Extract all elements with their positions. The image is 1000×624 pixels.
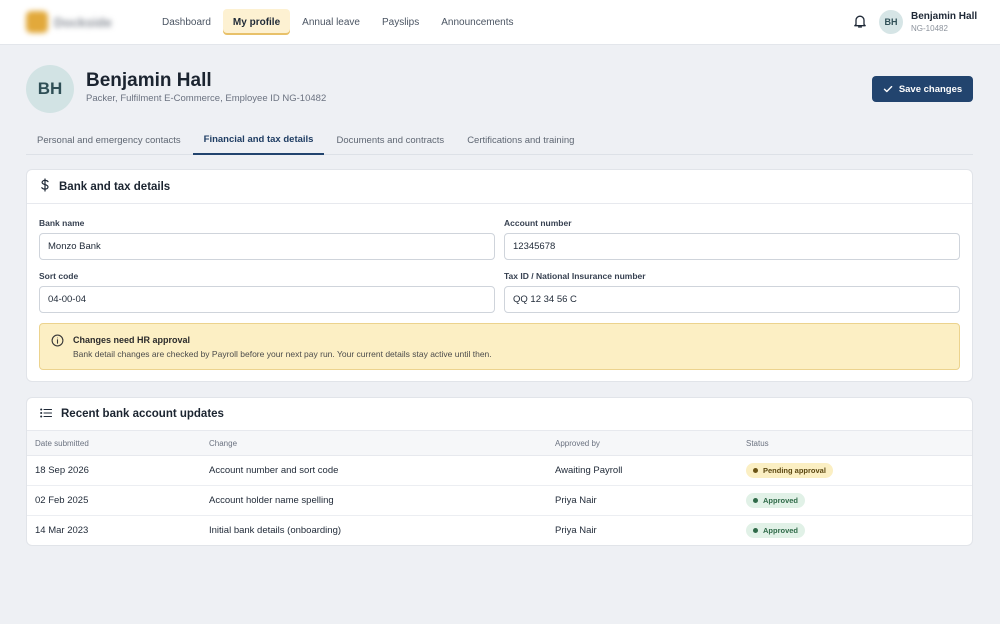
logo-mark (26, 11, 48, 33)
page-title: Benjamin Hall (86, 70, 212, 91)
status-dot (753, 528, 758, 534)
bell-icon[interactable] (852, 13, 868, 29)
cell-approved-by: Priya Nair (555, 525, 597, 537)
table-row: 14 Mar 2023 Initial bank details (onboar… (27, 516, 972, 546)
recent-updates-card: Recent bank account updates Date submitt… (26, 397, 973, 546)
profile-tabs: Personal and emergency contacts Financia… (26, 125, 973, 155)
user-menu[interactable]: BH Benjamin Hall NG-10482 (879, 10, 977, 34)
tab-personal-contacts[interactable]: Personal and emergency contacts (26, 125, 192, 155)
status-label: Approved (763, 496, 799, 505)
notice-text: Bank detail changes are checked by Payro… (73, 349, 492, 359)
recent-updates-title: Recent bank account updates (61, 408, 224, 420)
status-badge: Pending approval (746, 463, 833, 478)
bank-tax-header: Bank and tax details (27, 170, 972, 204)
nav-item-payslips[interactable]: Payslips (372, 9, 429, 35)
nav-item-my-profile[interactable]: My profile (222, 9, 291, 35)
user-avatar: BH (879, 10, 903, 34)
main-nav: Dashboard My profile Annual leave Paysli… (152, 9, 524, 35)
notice-title: Changes need HR approval (73, 335, 191, 345)
status-badge: Approved (746, 493, 806, 508)
sort-code-field[interactable]: 04-00-04 (39, 286, 495, 313)
tab-financial-tax[interactable]: Financial and tax details (192, 125, 325, 155)
user-name: Benjamin Hall (911, 10, 978, 22)
nav-item-announcements[interactable]: Announcements (431, 9, 523, 35)
cell-date: 18 Sep 2026 (27, 455, 201, 486)
nav-item-annual-leave[interactable]: Annual leave (292, 9, 370, 35)
cell-status: Approved (738, 485, 972, 516)
bank-tax-title: Bank and tax details (59, 180, 171, 193)
list-icon (40, 407, 53, 421)
cell-date: 02 Feb 2025 (27, 485, 201, 516)
logo-text: Dockside (54, 14, 112, 30)
cell-status: Pending approval (738, 455, 972, 486)
cell-approved-by: Priya Nair (547, 485, 738, 516)
user-id: NG-10482 (911, 23, 948, 33)
recent-updates-header: Recent bank account updates (27, 398, 972, 430)
hr-approval-notice: Changes need HR approval Bank detail cha… (39, 323, 960, 370)
user-info: Benjamin Hall NG-10482 (911, 11, 977, 34)
column-header-status: Status (738, 430, 972, 456)
save-changes-button[interactable]: Save changes (872, 76, 973, 102)
status-label: Pending approval (763, 466, 826, 475)
column-header-change: Change (201, 430, 547, 456)
column-header-approved-by: Approved by (547, 430, 738, 456)
tax-id-field[interactable]: QQ 12 34 56 C (504, 286, 960, 313)
status-dot (753, 498, 758, 503)
bank-updates-table: Date submitted Change Approved by Status… (27, 430, 972, 546)
profile-avatar: BH (26, 65, 74, 113)
info-icon (51, 334, 64, 347)
tab-certifications-training[interactable]: Certifications and training (456, 125, 585, 155)
bank-name-field[interactable]: Monzo Bank (39, 233, 495, 260)
status-badge: Approved (746, 523, 806, 539)
cell-change: Account number and sort code (201, 455, 547, 486)
cell-approved-by: Awaiting Payroll (547, 455, 738, 486)
check-icon (883, 85, 893, 93)
cell-change: Initial bank details (onboarding) (209, 525, 342, 537)
company-logo[interactable]: Dockside (26, 10, 124, 34)
cell-change: Account holder name spelling (201, 485, 547, 516)
account-number-label: Account number (504, 218, 572, 228)
tax-id-label: Tax ID / National Insurance number (504, 271, 646, 281)
status-dot (753, 468, 758, 473)
bank-name-label: Bank name (39, 218, 85, 228)
nav-item-dashboard[interactable]: Dashboard (152, 9, 221, 35)
save-changes-label: Save changes (898, 83, 963, 95)
status-label: Approved (763, 526, 799, 536)
cell-date: 14 Mar 2023 (35, 525, 89, 537)
top-navigation-bar: Dockside Dashboard My profile Annual lea… (0, 0, 1000, 45)
column-header-date: Date submitted (27, 430, 201, 456)
tab-documents-contracts[interactable]: Documents and contracts (325, 125, 455, 155)
dollar-icon (40, 178, 50, 195)
table-row: 02 Feb 2025 Account holder name spelling… (27, 485, 972, 516)
sort-code-label: Sort code (39, 271, 79, 281)
profile-subtitle: Packer, Fulfilment E-Commerce, Employee … (86, 93, 327, 104)
account-number-field[interactable]: 12345678 (504, 233, 960, 260)
cell-status: Approved (738, 516, 972, 546)
bank-tax-card: Bank and tax details Bank name Monzo Ban… (26, 169, 973, 382)
table-row: 18 Sep 2026 Account number and sort code… (27, 455, 972, 486)
table-header-row: Date submitted Change Approved by Status (27, 430, 972, 456)
